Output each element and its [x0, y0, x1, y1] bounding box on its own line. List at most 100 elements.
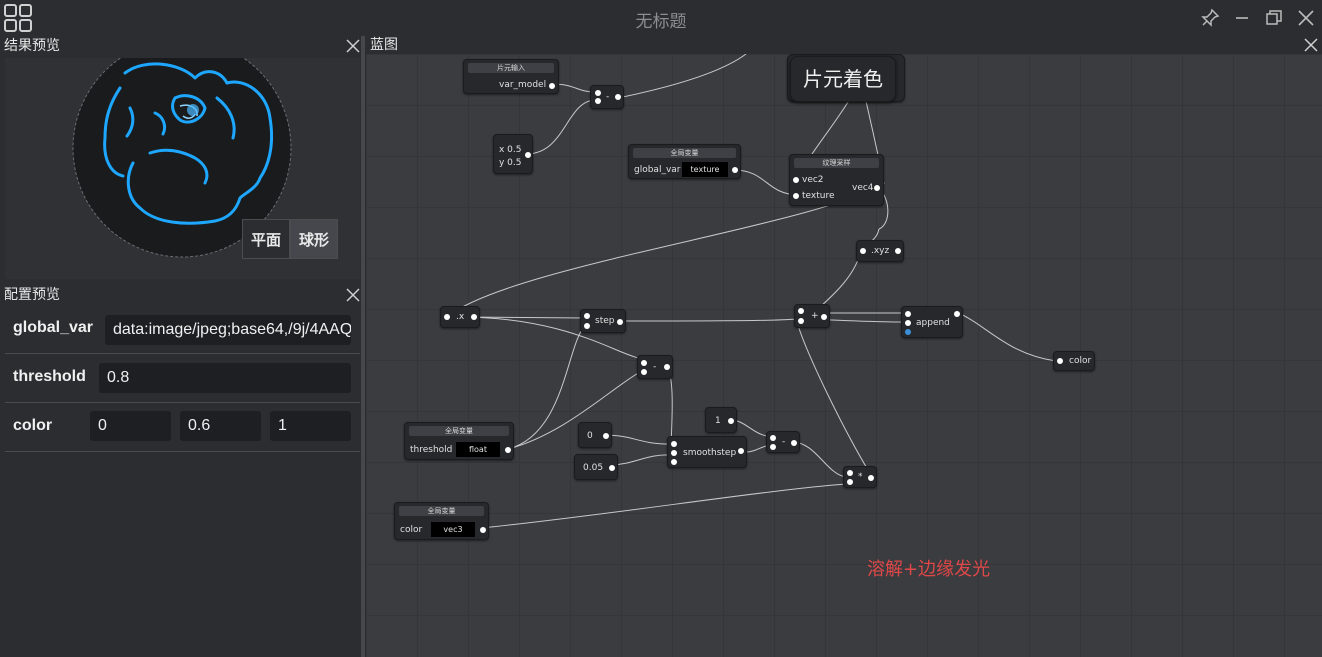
node-label: step [595, 316, 615, 326]
threshold-input[interactable]: 0.8 [99, 363, 351, 393]
input-port[interactable] [595, 98, 601, 104]
node-label: .xyz [871, 246, 890, 256]
node-label: append [916, 318, 950, 328]
config-row-global-var: global_var data:image/jpeg;base64,/9j/4A… [5, 305, 360, 354]
output-port[interactable] [615, 94, 621, 100]
append-node[interactable]: append [901, 306, 963, 338]
color-r-input[interactable]: 0 [90, 411, 171, 441]
global-var-input[interactable]: data:image/jpeg;base64,/9j/4AAQSkZJRgABA… [105, 315, 351, 345]
constant-node[interactable]: 1 [705, 407, 737, 433]
close-icon[interactable] [1304, 38, 1318, 52]
y-value: y 0.5 [499, 158, 522, 168]
output-port[interactable] [895, 248, 901, 254]
constant-node[interactable]: 0.05 [574, 454, 618, 480]
panel-splitter[interactable] [361, 36, 365, 657]
input-port[interactable] [860, 248, 866, 254]
input-port[interactable] [905, 311, 911, 317]
node-label: - [782, 437, 786, 447]
var-type[interactable]: float [456, 442, 500, 457]
output-port[interactable] [738, 448, 744, 454]
input-port[interactable] [770, 444, 776, 450]
color-g-input[interactable]: 0.6 [180, 411, 261, 441]
output-port[interactable] [480, 527, 486, 533]
fragment-shader-node[interactable]: 片元着色 [790, 56, 896, 102]
blueprint-canvas[interactable]: 片元输入 var_model - x 0.5 y 0.5 全局变量 global… [366, 54, 1322, 657]
blueprint-title: 蓝图 [370, 37, 398, 53]
fragment-input-node[interactable]: 片元输入 var_model [463, 59, 559, 94]
output-port[interactable] [505, 447, 511, 453]
node-title: 纹理采样 [794, 158, 879, 168]
sphere-mode-button[interactable]: 球形 [290, 219, 338, 259]
close-icon[interactable] [346, 288, 360, 302]
output-port[interactable] [791, 440, 797, 446]
input-port[interactable] [793, 193, 799, 199]
output-port[interactable] [728, 418, 734, 424]
var-name: color [400, 525, 423, 535]
node-title: 片元输入 [468, 63, 554, 73]
global-var-texture-node[interactable]: 全局变量 global_var texture [628, 144, 741, 179]
input-port[interactable] [770, 435, 776, 441]
config-label: threshold [13, 368, 86, 385]
output-port[interactable] [868, 475, 874, 481]
window-title: 无标题 [635, 12, 687, 32]
vec2-constant-node[interactable]: x 0.5 y 0.5 [493, 134, 533, 174]
output-port[interactable] [603, 433, 609, 439]
step-node[interactable]: step [580, 309, 626, 333]
output-port[interactable] [609, 465, 615, 471]
input-label: vec2 [802, 175, 824, 185]
minimize-icon[interactable] [1230, 6, 1254, 30]
config-preview-title: 配置预览 [4, 287, 60, 303]
restore-icon[interactable] [1262, 6, 1286, 30]
input-port[interactable] [847, 479, 853, 485]
var-type[interactable]: texture [682, 162, 728, 177]
node-label: .x [456, 312, 465, 322]
input-port[interactable] [584, 323, 590, 329]
output-port[interactable] [874, 185, 880, 191]
output-port[interactable] [664, 364, 670, 370]
output-port[interactable] [549, 83, 555, 89]
close-icon[interactable] [1294, 6, 1318, 30]
output-port[interactable] [471, 314, 477, 320]
output-port[interactable] [954, 311, 960, 317]
color-b-input[interactable]: 1 [270, 411, 351, 441]
input-port[interactable] [584, 313, 590, 319]
output-port[interactable] [732, 167, 738, 173]
input-port[interactable] [641, 360, 647, 366]
input-port[interactable] [798, 308, 804, 314]
swizzle-xyz-node[interactable]: .xyz [856, 240, 904, 262]
global-var-color-node[interactable]: 全局变量 color vec3 [394, 502, 489, 540]
result-preview-header: 结果预览 [0, 36, 364, 56]
multiply-node[interactable]: * [843, 466, 877, 488]
input-port[interactable] [641, 369, 647, 375]
blueprint-annotation: 溶解+边缘发光 [867, 559, 991, 580]
close-icon[interactable] [346, 39, 360, 53]
output-port[interactable] [525, 152, 531, 158]
input-port[interactable] [671, 450, 677, 456]
global-var-threshold-node[interactable]: 全局变量 threshold float [404, 422, 514, 460]
input-port[interactable] [905, 329, 911, 335]
node-label: 0.05 [583, 463, 604, 473]
output-port[interactable] [617, 319, 623, 325]
input-port[interactable] [905, 320, 911, 326]
add-node[interactable]: + [794, 304, 830, 328]
input-port[interactable] [1057, 358, 1063, 364]
texture-sample-node[interactable]: 纹理采样 vec2 texture vec4 [789, 154, 884, 206]
subtract-node[interactable]: - [637, 355, 673, 379]
input-port[interactable] [444, 314, 450, 320]
input-port[interactable] [847, 470, 853, 476]
output-port[interactable] [821, 314, 827, 320]
input-port[interactable] [798, 318, 804, 324]
flat-mode-button[interactable]: 平面 [242, 219, 290, 259]
var-type[interactable]: vec3 [431, 522, 475, 537]
constant-node[interactable]: 0 [578, 422, 612, 448]
smoothstep-node[interactable]: smoothstep [667, 436, 747, 468]
color-output-node[interactable]: color [1053, 351, 1095, 371]
input-port[interactable] [595, 90, 601, 96]
subtract-node[interactable]: - [590, 85, 624, 109]
pin-icon[interactable] [1198, 6, 1222, 30]
swizzle-x-node[interactable]: .x [440, 306, 480, 328]
input-port[interactable] [793, 177, 799, 183]
subtract-node[interactable]: - [766, 431, 800, 453]
input-port[interactable] [671, 441, 677, 447]
input-port[interactable] [671, 459, 677, 465]
